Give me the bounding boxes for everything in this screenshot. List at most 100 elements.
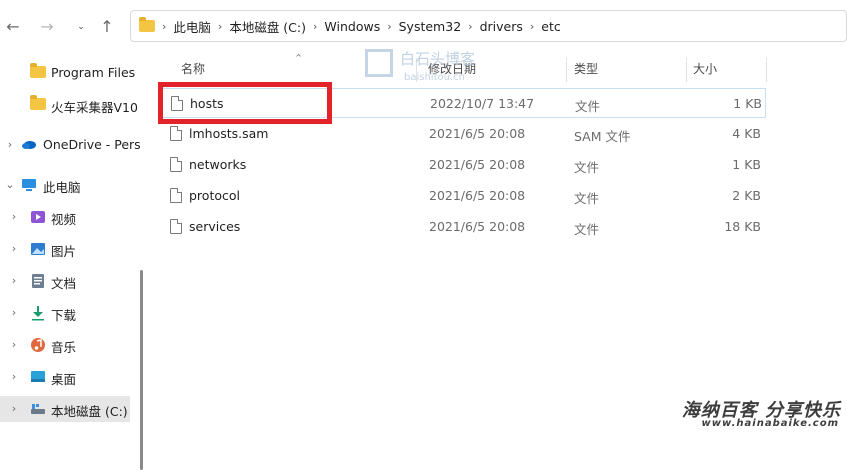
watermark-top: 白石头博客 <box>400 50 476 68</box>
sidebar-item-documents[interactable]: › 文档 <box>0 268 140 294</box>
chevron-down-icon[interactable]: ⌄ <box>5 178 15 191</box>
file-row-networks[interactable]: networks 2021/6/5 20:08 文件 1 KB <box>158 150 766 180</box>
file-icon <box>170 126 182 141</box>
folder-icon <box>30 95 46 112</box>
chevron-right-icon: › <box>162 19 167 33</box>
file-name: lmhosts.sam <box>189 126 269 141</box>
navigation-pane: Program Files 火车采集器V10 › OneDrive - Pers… <box>0 52 148 470</box>
chevron-right-icon[interactable]: › <box>9 338 19 351</box>
sidebar-item-onedrive[interactable]: › OneDrive - Pers <box>0 132 140 158</box>
file-modified: 2022/10/7 13:47 <box>430 96 535 111</box>
sidebar-item-label: 本地磁盘 (C:) <box>51 404 128 419</box>
file-type: SAM 文件 <box>574 129 631 144</box>
desktop-icon <box>30 370 46 384</box>
chevron-right-icon[interactable]: › <box>9 274 19 287</box>
drive-icon <box>30 402 46 416</box>
file-type: 文件 <box>575 99 601 114</box>
chevron-right-icon[interactable]: › <box>9 370 19 383</box>
sidebar-item-local-disk-c[interactable]: › 本地磁盘 (C:) <box>0 396 130 422</box>
chevron-right-icon[interactable]: › <box>9 242 19 255</box>
breadcrumb-item[interactable]: Windows <box>324 19 380 34</box>
sidebar-item-desktop[interactable]: › 桌面 <box>0 364 140 390</box>
download-icon <box>30 305 46 321</box>
chevron-right-icon: › <box>468 19 473 33</box>
file-modified: 2021/6/5 20:08 <box>429 157 526 172</box>
file-size: 2 KB <box>732 188 761 203</box>
file-type: 文件 <box>574 160 600 175</box>
file-size: 1 KB <box>732 157 761 172</box>
sidebar-item-label: 视频 <box>51 212 77 227</box>
chevron-right-icon: › <box>529 19 535 33</box>
sidebar-item-program-files[interactable]: Program Files <box>0 60 140 86</box>
chevron-right-icon[interactable]: › <box>5 138 15 151</box>
file-size: 4 KB <box>732 126 761 141</box>
address-bar[interactable]: › 此电脑 › 本地磁盘 (C:) › Windows › System32 ›… <box>130 10 847 42</box>
folder-icon <box>139 17 155 32</box>
file-icon <box>170 157 182 172</box>
breadcrumb-item[interactable]: 此电脑 <box>173 17 211 36</box>
sidebar-item-label: 此电脑 <box>43 180 81 195</box>
sidebar-item-music[interactable]: › 音乐 <box>0 332 140 358</box>
music-icon <box>30 337 46 352</box>
sidebar-item-downloads[interactable]: › 下载 <box>0 300 140 326</box>
chevron-right-icon[interactable]: › <box>9 402 19 415</box>
forward-arrow-icon[interactable]: → <box>36 16 58 38</box>
highlight-box <box>158 82 332 124</box>
video-icon <box>30 210 46 224</box>
chevron-right-icon: › <box>313 19 318 33</box>
watermark-logo-icon <box>365 49 393 77</box>
sidebar-scrollbar[interactable] <box>140 270 143 470</box>
sort-ascending-icon: ⌃ <box>294 52 304 65</box>
file-icon <box>170 219 182 234</box>
breadcrumb: › 此电脑 › 本地磁盘 (C:) › Windows › System32 ›… <box>155 17 561 36</box>
sidebar-item-label: 图片 <box>51 244 77 259</box>
file-row-services[interactable]: services 2021/6/5 20:08 文件 18 KB <box>158 212 766 242</box>
sidebar-item-label: Program Files <box>51 65 136 80</box>
file-type: 文件 <box>574 222 600 237</box>
up-arrow-icon[interactable]: ↑ <box>96 16 118 38</box>
file-name: services <box>189 219 241 234</box>
column-divider[interactable] <box>766 58 767 82</box>
sidebar-item-pictures[interactable]: › 图片 <box>0 236 140 262</box>
sidebar-item-label: 文档 <box>51 276 77 291</box>
sidebar-item-label: 音乐 <box>51 340 77 355</box>
sidebar-item-label: 下载 <box>51 308 77 323</box>
cloud-icon <box>21 138 37 152</box>
sidebar-item-label: 火车采集器V10 <box>51 100 138 115</box>
sidebar-item-huoche[interactable]: 火车采集器V10 <box>0 92 140 118</box>
breadcrumb-item[interactable]: System32 <box>399 19 462 34</box>
breadcrumb-item[interactable]: drivers <box>480 19 523 34</box>
chevron-right-icon: › <box>217 19 223 33</box>
watermark-bottom-sub: www.hainabaike.com <box>701 418 839 429</box>
sidebar-item-videos[interactable]: › 视频 <box>0 204 140 230</box>
address-toolbar: ← → ⌄ ↑ › 此电脑 › 本地磁盘 (C:) › Windows › Sy… <box>0 0 847 52</box>
file-modified: 2021/6/5 20:08 <box>429 188 526 203</box>
sidebar-item-label: 桌面 <box>51 372 77 387</box>
column-divider[interactable] <box>566 58 567 82</box>
chevron-right-icon: › <box>387 19 392 33</box>
pc-icon <box>21 178 37 192</box>
folder-icon <box>30 63 46 80</box>
column-header-type[interactable]: 类型 <box>574 60 598 84</box>
file-name: protocol <box>189 188 240 203</box>
sidebar-item-this-pc[interactable]: ⌄ 此电脑 <box>0 172 140 198</box>
file-row-protocol[interactable]: protocol 2021/6/5 20:08 文件 2 KB <box>158 181 766 211</box>
back-arrow-icon[interactable]: ← <box>2 16 24 38</box>
breadcrumb-item[interactable]: etc <box>541 19 560 34</box>
column-header-size[interactable]: 大小 <box>693 60 717 84</box>
breadcrumb-item[interactable]: 本地磁盘 (C:) <box>229 17 306 36</box>
documents-icon <box>31 273 47 288</box>
watermark-top-sub: baishitou.cn <box>404 72 465 83</box>
file-modified: 2021/6/5 20:08 <box>429 126 526 141</box>
pictures-icon <box>30 242 46 256</box>
file-modified: 2021/6/5 20:08 <box>429 219 526 234</box>
recent-dropdown-icon[interactable]: ⌄ <box>70 16 92 38</box>
file-size: 18 KB <box>724 219 761 234</box>
chevron-right-icon[interactable]: › <box>9 210 19 223</box>
file-type: 文件 <box>574 191 600 206</box>
file-size: 1 KB <box>733 96 762 111</box>
column-header-name[interactable]: 名称 <box>181 60 205 84</box>
sidebar-item-label: OneDrive - Pers <box>43 137 140 152</box>
column-divider[interactable] <box>686 58 687 82</box>
chevron-right-icon[interactable]: › <box>9 306 19 319</box>
